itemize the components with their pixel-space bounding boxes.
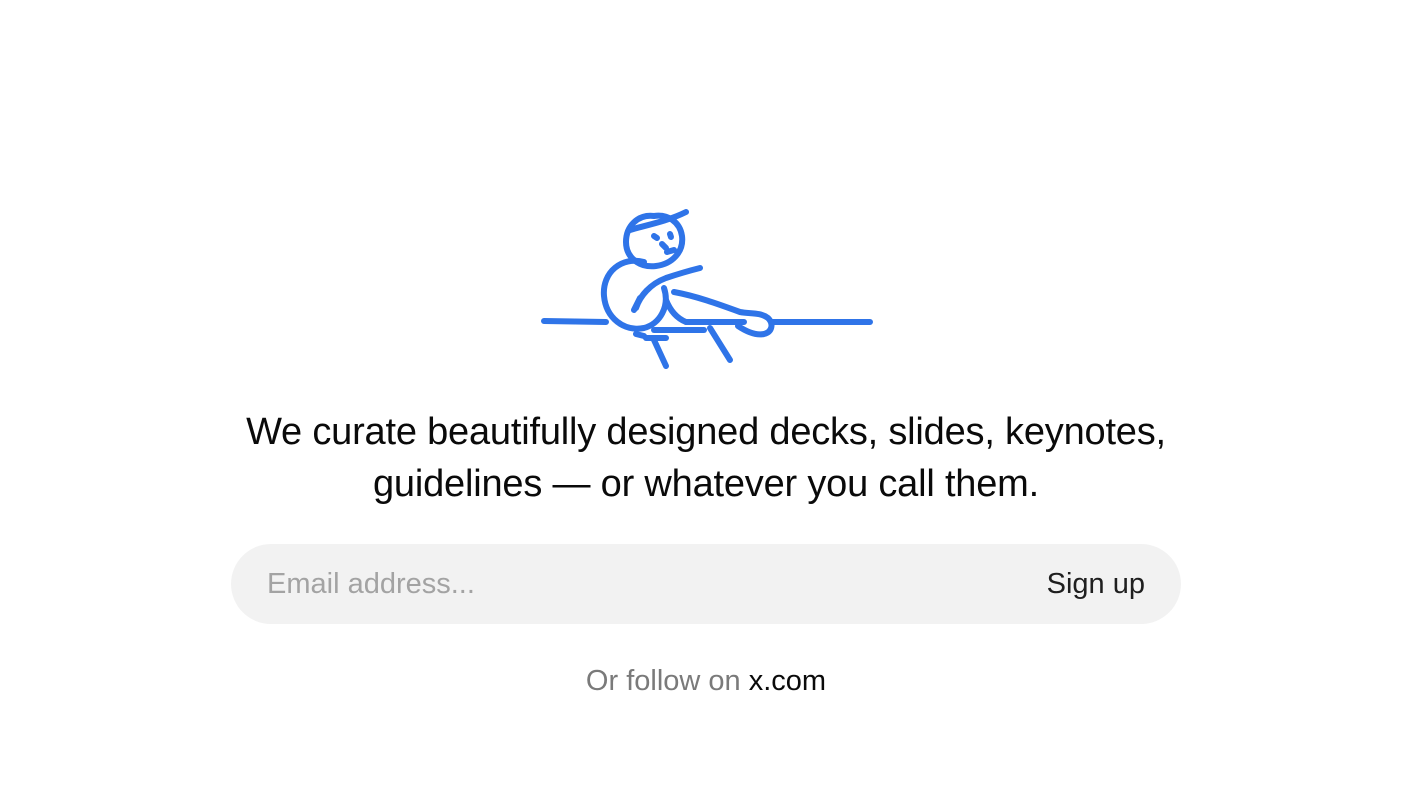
page: We curate beautifully designed decks, sl… xyxy=(0,0,1412,802)
headline: We curate beautifully designed decks, sl… xyxy=(0,406,1412,510)
x-com-link[interactable]: x.com xyxy=(749,665,826,697)
sign-up-button[interactable]: Sign up xyxy=(1047,544,1145,624)
follow-prefix: Or follow on xyxy=(585,665,749,697)
follow-line: Or follow on x.com xyxy=(0,660,1412,702)
thinking-person-illustration-icon xyxy=(536,200,878,380)
email-input[interactable] xyxy=(267,544,967,624)
signup-form: Sign up xyxy=(231,544,1181,624)
headline-line-2: guidelines — or whatever you call them. xyxy=(373,463,1039,505)
headline-line-1: We curate beautifully designed decks, sl… xyxy=(246,411,1166,453)
